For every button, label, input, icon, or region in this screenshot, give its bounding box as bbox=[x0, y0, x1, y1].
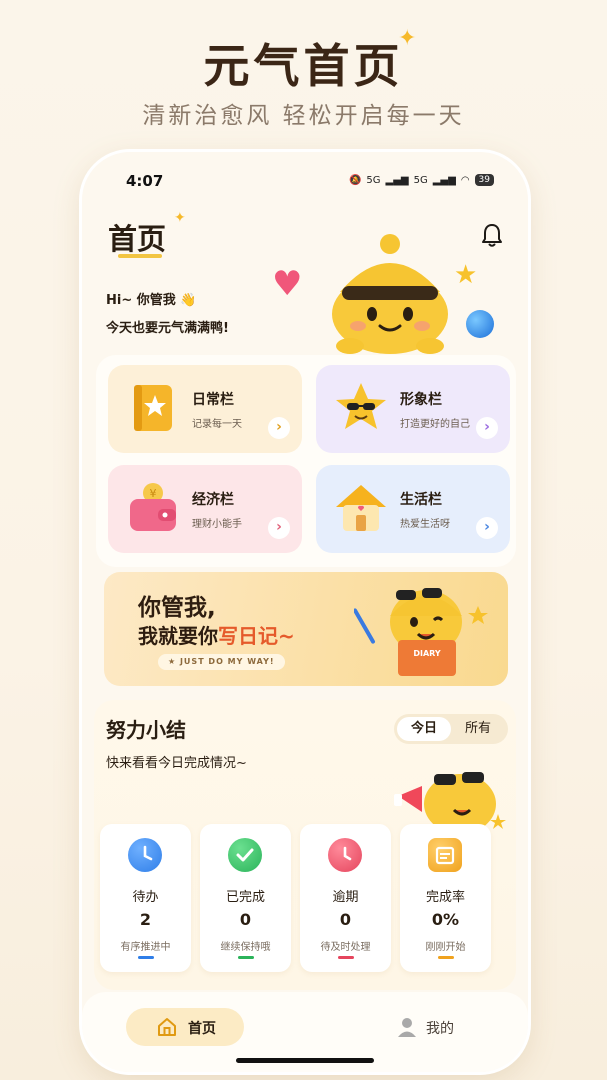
stat-accent-bar bbox=[338, 956, 354, 959]
svg-text:¥: ¥ bbox=[150, 487, 157, 500]
stat-hint: 待及时处理 bbox=[320, 942, 371, 953]
category-desc: 记录每一天 bbox=[192, 419, 242, 430]
category-panel: 日常栏 记录每一天 › 形象栏 打造更好的自己 › ¥ 经济栏 理财小能手 › … bbox=[96, 355, 516, 567]
status-bar: 4:07 🔕 5G ▂▄▆ 5G ▂▄▆ ◠ 39 bbox=[82, 172, 528, 192]
stat-label: 逾期 bbox=[332, 890, 359, 905]
stat-hint: 刚刚开始 bbox=[425, 942, 466, 953]
calendar-icon bbox=[428, 838, 462, 872]
stat-card-overdue[interactable]: 逾期 0 待及时处理 bbox=[300, 824, 391, 972]
star-sunglasses-icon bbox=[336, 383, 386, 429]
chevron-right-icon[interactable]: › bbox=[268, 417, 290, 439]
stat-value: 0 bbox=[339, 910, 352, 929]
tab-today[interactable]: 今日 bbox=[397, 717, 451, 741]
summary-section: 努力小结 快来看看今日完成情况~ 今日 所有 待办 2 有序推进中 已完成 0 … bbox=[94, 700, 516, 990]
heart-icon: ♥ bbox=[272, 264, 303, 304]
tab-all[interactable]: 所有 bbox=[451, 717, 505, 741]
stat-card-rate[interactable]: 完成率 0% 刚刚开始 bbox=[400, 824, 491, 972]
stat-hint: 继续保持哦 bbox=[220, 942, 271, 953]
promo-subtitle: 清新治愈风 轻松开启每一天 bbox=[142, 103, 465, 129]
tab-me-label: 我的 bbox=[426, 1021, 454, 1037]
category-name: 日常栏 bbox=[192, 392, 234, 408]
mute-icon: 🔕 bbox=[348, 174, 362, 186]
chevron-right-icon[interactable]: › bbox=[268, 517, 290, 539]
category-card-image[interactable]: 形象栏 打造更好的自己 › bbox=[316, 365, 510, 453]
summary-range-toggle: 今日 所有 bbox=[394, 714, 508, 744]
clock-icon bbox=[128, 838, 162, 872]
ball-icon bbox=[466, 310, 494, 338]
banner-slogan-pill: ★ JUST DO MY WAY! bbox=[158, 654, 285, 670]
signal-icon: ▂▄▆ bbox=[432, 174, 456, 186]
tab-home[interactable]: 首页 bbox=[126, 1008, 244, 1046]
phone-screen: 4:07 🔕 5G ▂▄▆ 5G ▂▄▆ ◠ 39 首页 ✦ Hi~ 你管我 👋… bbox=[82, 152, 528, 1072]
wallet-icon: ¥ bbox=[130, 483, 176, 531]
check-icon bbox=[228, 838, 262, 872]
stat-hint: 有序推进中 bbox=[120, 942, 171, 953]
greeting-line-2: 今天也要元气满满鸭! bbox=[106, 321, 229, 336]
stat-label: 已完成 bbox=[225, 890, 265, 905]
stat-value: 2 bbox=[139, 910, 152, 929]
wifi-icon: ◠ bbox=[460, 174, 470, 186]
bell-icon[interactable] bbox=[480, 222, 504, 248]
stat-value: 0% bbox=[431, 910, 460, 929]
status-time: 4:07 bbox=[126, 172, 164, 190]
book-star-icon bbox=[134, 385, 172, 431]
stat-card-done[interactable]: 已完成 0 继续保持哦 bbox=[200, 824, 291, 972]
home-icon bbox=[158, 1018, 176, 1036]
category-card-finance[interactable]: ¥ 经济栏 理财小能手 › bbox=[108, 465, 302, 553]
stat-accent-bar bbox=[138, 956, 154, 959]
stat-accent-bar bbox=[238, 956, 254, 959]
banner-line-2-highlight: 写日记~ bbox=[218, 624, 295, 648]
chevron-right-icon[interactable]: › bbox=[476, 517, 498, 539]
chevron-right-icon[interactable]: › bbox=[476, 417, 498, 439]
signal-label-2: 5G bbox=[413, 174, 428, 186]
book-label: DIARY bbox=[413, 649, 441, 658]
alarm-clock-icon bbox=[328, 838, 362, 872]
banner-line-2: 我就要你写日记~ bbox=[138, 620, 295, 649]
tab-me[interactable]: 我的 bbox=[390, 1008, 480, 1046]
tab-home-label: 首页 bbox=[188, 1021, 216, 1037]
signal-label-1: 5G bbox=[366, 174, 381, 186]
mascot-image bbox=[332, 234, 448, 354]
page-title: 首页 bbox=[108, 222, 167, 256]
sparkle-icon: ✦ bbox=[174, 210, 186, 226]
diary-banner[interactable]: 你管我, 我就要你写日记~ ★ JUST DO MY WAY! DIARY bbox=[104, 572, 508, 686]
sparkle-icon: ✦ bbox=[398, 26, 417, 51]
mascot-diary-image: DIARY bbox=[354, 588, 488, 676]
title-underline bbox=[118, 254, 162, 258]
stat-accent-bar bbox=[438, 956, 454, 959]
category-desc: 热爱生活呀 bbox=[400, 519, 450, 530]
category-desc: 打造更好的自己 bbox=[400, 419, 470, 430]
category-name: 生活栏 bbox=[400, 492, 442, 508]
stat-label: 完成率 bbox=[425, 890, 465, 905]
summary-subtitle: 快来看看今日完成情况~ bbox=[106, 756, 247, 771]
category-name: 形象栏 bbox=[400, 392, 442, 408]
summary-title: 努力小结 bbox=[106, 718, 186, 742]
battery-icon: 39 bbox=[474, 174, 494, 186]
category-desc: 理财小能手 bbox=[192, 519, 242, 530]
promo-title: 元气首页 bbox=[203, 39, 404, 93]
house-icon bbox=[336, 485, 386, 531]
category-card-life[interactable]: 生活栏 热爱生活呀 › bbox=[316, 465, 510, 553]
stat-value: 0 bbox=[239, 910, 252, 929]
home-indicator bbox=[236, 1058, 374, 1063]
stat-card-todo[interactable]: 待办 2 有序推进中 bbox=[100, 824, 191, 972]
stat-label: 待办 bbox=[132, 890, 159, 905]
category-name: 经济栏 bbox=[192, 492, 234, 508]
signal-icon: ▂▄▆ bbox=[385, 174, 409, 186]
banner-line-2-prefix: 我就要你 bbox=[138, 624, 218, 648]
greeting-line-1: Hi~ 你管我 👋 bbox=[106, 293, 197, 308]
banner-line-1: 你管我, bbox=[138, 595, 216, 621]
status-icons: 🔕 5G ▂▄▆ 5G ▂▄▆ ◠ 39 bbox=[349, 174, 494, 186]
category-card-daily[interactable]: 日常栏 记录每一天 › bbox=[108, 365, 302, 453]
user-icon bbox=[398, 1018, 416, 1037]
